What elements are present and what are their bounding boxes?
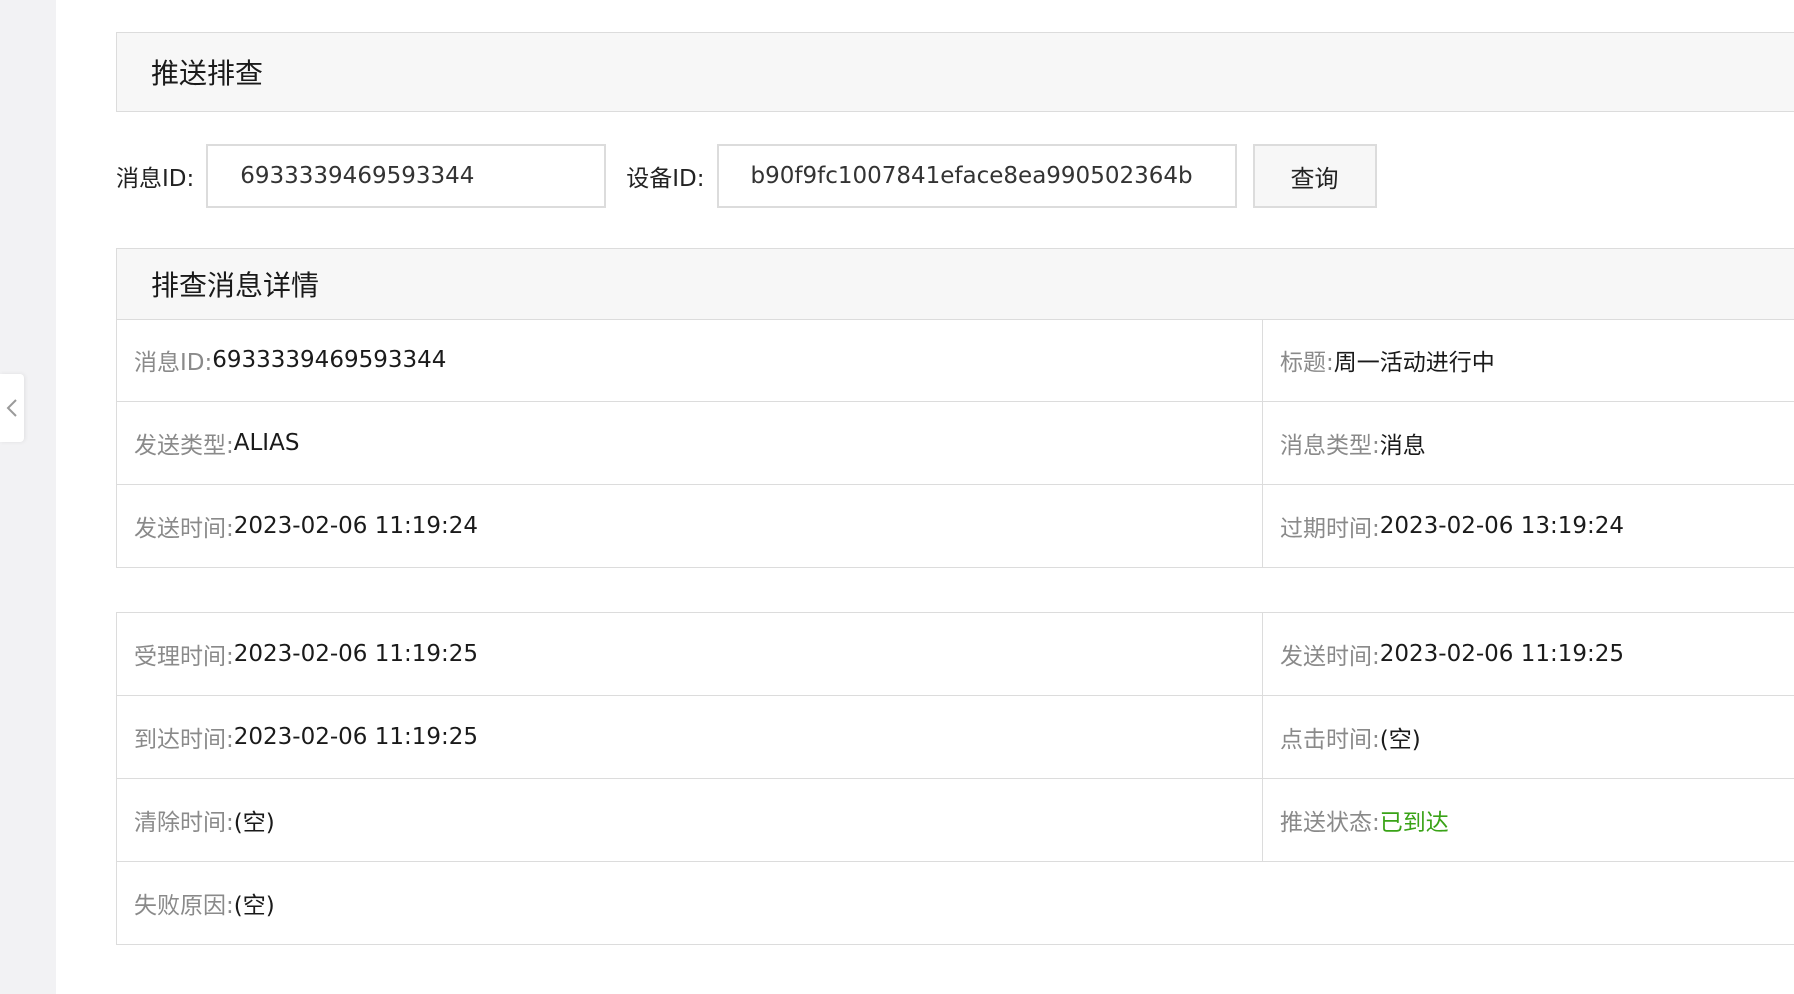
table-row: 发送类型: ALIAS 消息类型: 消息 [117,402,1794,485]
status-cell: 清除时间: (空) [117,779,1263,861]
field-value: 2023-02-06 11:19:25 [233,641,479,667]
field-label: 过期时间: [1280,516,1380,542]
side-rail [0,0,56,994]
query-button[interactable]: 查询 [1252,144,1377,208]
push-status-table: 受理时间: 2023-02-06 11:19:25 发送时间: 2023-02-06… [116,612,1794,945]
table-row: 到达时间: 2023-02-06 11:19:25 点击时间: (空) [117,696,1794,779]
field-value: (空) [233,893,275,919]
field-value: 2023-02-06 11:19:24 [233,513,479,539]
field-label: 失败原因: [134,893,234,919]
detail-cell: 过期时间: 2023-02-06 13:19:24 [1263,485,1794,567]
status-cell: 到达时间: 2023-02-06 11:19:25 [117,696,1263,778]
message-detail-table: 消息ID: 6933339469593344 标题: 周一活动进行中 发送类型: AL… [116,319,1794,568]
field-label: 到达时间: [134,727,234,753]
status-cell: 发送时间: 2023-02-06 11:19:25 [1263,613,1794,695]
table-row: 清除时间: (空) 推送状态: 已到达 [117,779,1794,862]
field-label: 推送状态: [1280,810,1380,836]
field-label: 清除时间: [134,810,234,836]
table-row: 消息ID: 6933339469593344 标题: 周一活动进行中 [117,319,1794,402]
field-label: 发送时间: [134,516,234,542]
chevron-left-icon [6,398,18,418]
device-id-label: 设备ID: [626,166,705,192]
field-label: 消息ID: [134,350,213,376]
message-id-input[interactable] [206,144,607,208]
message-id-label: 消息ID: [116,166,195,192]
status-cell: 失败原因: (空) [117,862,1794,944]
detail-section-title: 排查消息详情 [116,248,1794,320]
sidebar-collapse-toggle[interactable] [0,374,24,442]
field-value: (空) [233,810,275,836]
push-status-value: 已到达 [1379,810,1449,836]
field-value: ALIAS [233,430,300,456]
field-label: 标题: [1280,350,1334,376]
field-value: 2023-02-06 11:19:25 [1379,641,1625,667]
field-value: 6933339469593344 [212,347,447,373]
field-value: 2023-02-06 11:19:25 [233,724,479,750]
detail-cell: 消息类型: 消息 [1263,402,1794,484]
field-label: 点击时间: [1280,727,1380,753]
field-value: (空) [1379,727,1421,753]
detail-cell: 发送时间: 2023-02-06 11:19:24 [117,485,1263,567]
table-row: 发送时间: 2023-02-06 11:19:24 过期时间: 2023-02-06… [117,485,1794,568]
field-label: 发送类型: [134,433,234,459]
status-cell: 推送状态: 已到达 [1263,779,1794,861]
detail-cell: 发送类型: ALIAS [117,402,1263,484]
field-label: 发送时间: [1280,644,1380,670]
table-row: 受理时间: 2023-02-06 11:19:25 发送时间: 2023-02-06… [117,613,1794,696]
detail-cell: 消息ID: 6933339469593344 [117,319,1263,401]
field-value: 消息 [1379,433,1426,459]
field-value: 周一活动进行中 [1333,350,1495,376]
device-id-input[interactable] [716,144,1237,208]
query-form: 消息ID: 设备ID: 查询 [116,144,1377,208]
field-value: 2023-02-06 13:19:24 [1379,513,1625,539]
field-label: 消息类型: [1280,433,1380,459]
panel-title: 推送排查 [116,32,1794,112]
status-cell: 受理时间: 2023-02-06 11:19:25 [117,613,1263,695]
detail-cell: 标题: 周一活动进行中 [1263,319,1794,401]
table-row: 失败原因: (空) [117,862,1794,945]
field-label: 受理时间: [134,644,234,670]
status-cell: 点击时间: (空) [1263,696,1794,778]
